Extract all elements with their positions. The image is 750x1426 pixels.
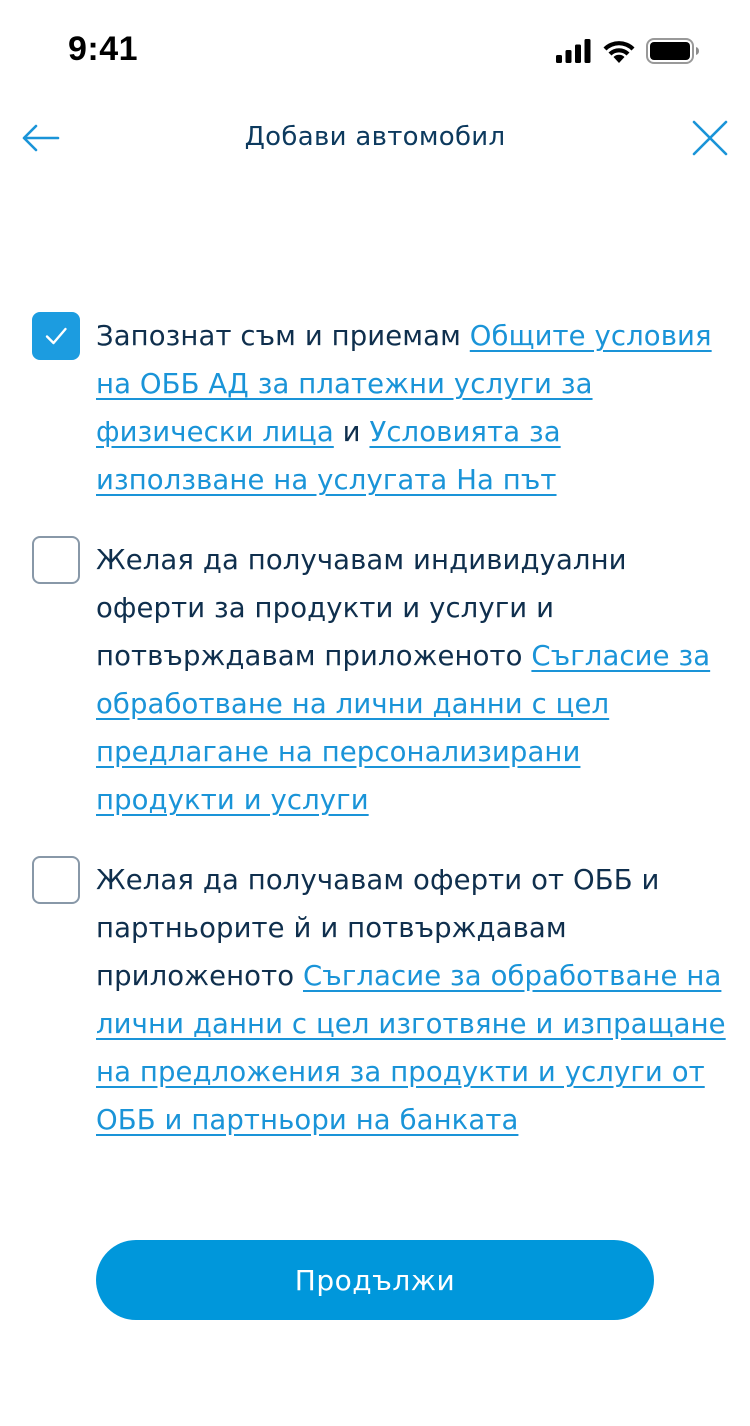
add-vehicle-consent-screen: 9:41 Добави автомобил Запознат съм и при… <box>0 0 750 1426</box>
status-icons <box>556 36 700 66</box>
partner-offers-checkbox[interactable] <box>32 856 80 904</box>
terms-text: Запознат съм и приемам Общите условия на… <box>96 312 726 504</box>
terms-text-before: Запознат съм и приемам <box>96 320 470 352</box>
partner-offers-text: Желая да получавам оферти от ОББ и партн… <box>96 856 726 1144</box>
status-time: 9:41 <box>68 30 139 68</box>
terms-connector: и <box>333 416 370 448</box>
terms-checkbox[interactable] <box>32 312 80 360</box>
checkmark-icon <box>45 327 67 345</box>
cellular-signal-icon <box>556 39 591 63</box>
personalized-offers-checkbox[interactable] <box>32 536 80 584</box>
wifi-icon <box>603 40 635 63</box>
battery-icon <box>646 38 699 64</box>
close-icon <box>692 120 728 156</box>
page-title: Добави автомобил <box>244 122 506 152</box>
continue-button[interactable]: Продължи <box>96 1240 654 1320</box>
close-button[interactable] <box>688 116 732 160</box>
personalized-offers-text: Желая да получавам индивидуални оферти з… <box>96 536 726 824</box>
